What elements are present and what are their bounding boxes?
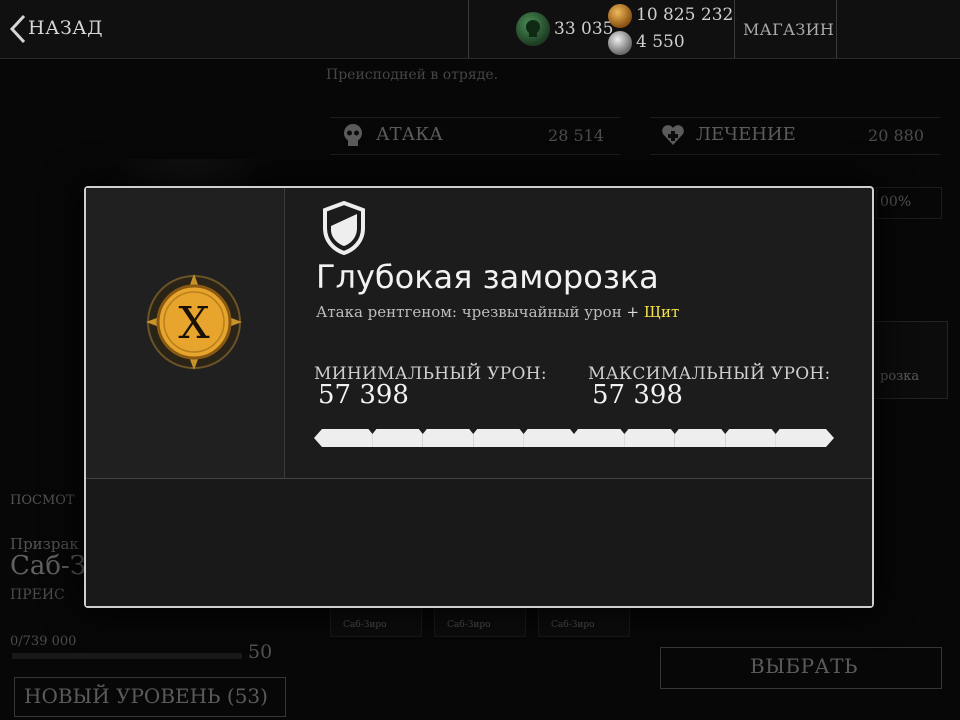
attack-label: АТАКА <box>376 124 443 145</box>
min-damage-value: 57 398 <box>318 380 409 410</box>
damage-bar-segment <box>624 429 675 447</box>
soul-coin-icon <box>608 31 632 55</box>
move-title: Глубокая заморозка <box>316 258 659 296</box>
attack-stat: АТАКА 28 514 <box>330 117 620 155</box>
max-damage-value: 57 398 <box>592 380 683 410</box>
xp-bar <box>12 653 242 659</box>
xp-text: 0/739 000 <box>10 634 77 649</box>
card-tag: Саб-Зиро <box>343 620 387 630</box>
back-chevron-icon <box>9 14 26 44</box>
divider <box>734 0 735 58</box>
move-detail-modal: X Глубокая заморозка Атака рентгеном: чр… <box>84 186 874 608</box>
heal-label: ЛЕЧЕНИЕ <box>696 124 796 145</box>
level-value: 50 <box>248 641 273 663</box>
character-name: Саб-З <box>10 551 87 581</box>
damage-bar-segment <box>725 429 776 447</box>
view-label[interactable]: ПОСМОТ <box>10 493 75 508</box>
gold-coin-icon <box>608 4 632 28</box>
damage-bar-segment <box>314 429 373 447</box>
heal-stat: ЛЕЧЕНИЕ 20 880 <box>650 117 940 155</box>
frost-move-label: розка <box>880 369 920 384</box>
card-tag: Саб-Зиро <box>447 620 491 630</box>
damage-bar <box>314 429 834 447</box>
damage-bar-segment <box>574 429 625 447</box>
move-description-shield: Щит <box>643 303 680 321</box>
move-description-text: Атака рентгеном: чрезвычайный урон <box>316 303 622 321</box>
heal-value: 20 880 <box>868 126 924 145</box>
skull-coin-icon <box>516 12 550 46</box>
percent-value: 00% <box>880 194 912 210</box>
back-button[interactable]: НАЗАД <box>0 0 120 58</box>
background-description: Преисподней в отряде. <box>326 67 499 83</box>
modal-lower-panel <box>86 479 872 606</box>
damage-bar-segment <box>523 429 574 447</box>
shop-label: МАГАЗИН <box>743 20 835 39</box>
move-description-plus: + <box>626 303 640 321</box>
soul-currency-value: 4 550 <box>636 32 685 52</box>
frost-move-card[interactable] <box>870 321 948 399</box>
card-tag: Саб-Зиро <box>551 620 595 630</box>
damage-bar-segment <box>473 429 524 447</box>
shield-icon <box>323 200 365 256</box>
modal-badge-panel: X <box>86 188 285 478</box>
attack-value: 28 514 <box>548 126 604 145</box>
damage-bar-segment <box>372 429 423 447</box>
damage-bar-segment <box>775 429 834 447</box>
badge-letter: X <box>178 298 210 349</box>
move-description: Атака рентгеном: чрезвычайный урон + Щит <box>316 303 679 321</box>
damage-bar-segment <box>674 429 726 447</box>
xray-badge-icon: X <box>146 274 242 370</box>
divider <box>468 0 469 58</box>
divider <box>836 0 837 58</box>
select-label: ВЫБРАТЬ <box>750 654 858 678</box>
new-level-label: НОВЫЙ УРОВЕНЬ (53) <box>24 684 268 708</box>
heart-icon <box>662 125 684 145</box>
damage-bar-segment <box>422 429 474 447</box>
skull-currency-value: 33 035 <box>554 19 614 39</box>
top-bar: НАЗАД 33 035 10 825 232 4 550 МАГАЗИН <box>0 0 960 59</box>
gold-currency-value: 10 825 232 <box>636 5 734 25</box>
skull-icon <box>344 124 362 146</box>
character-class: ПРЕИС <box>10 587 65 603</box>
back-label: НАЗАД <box>28 17 104 39</box>
